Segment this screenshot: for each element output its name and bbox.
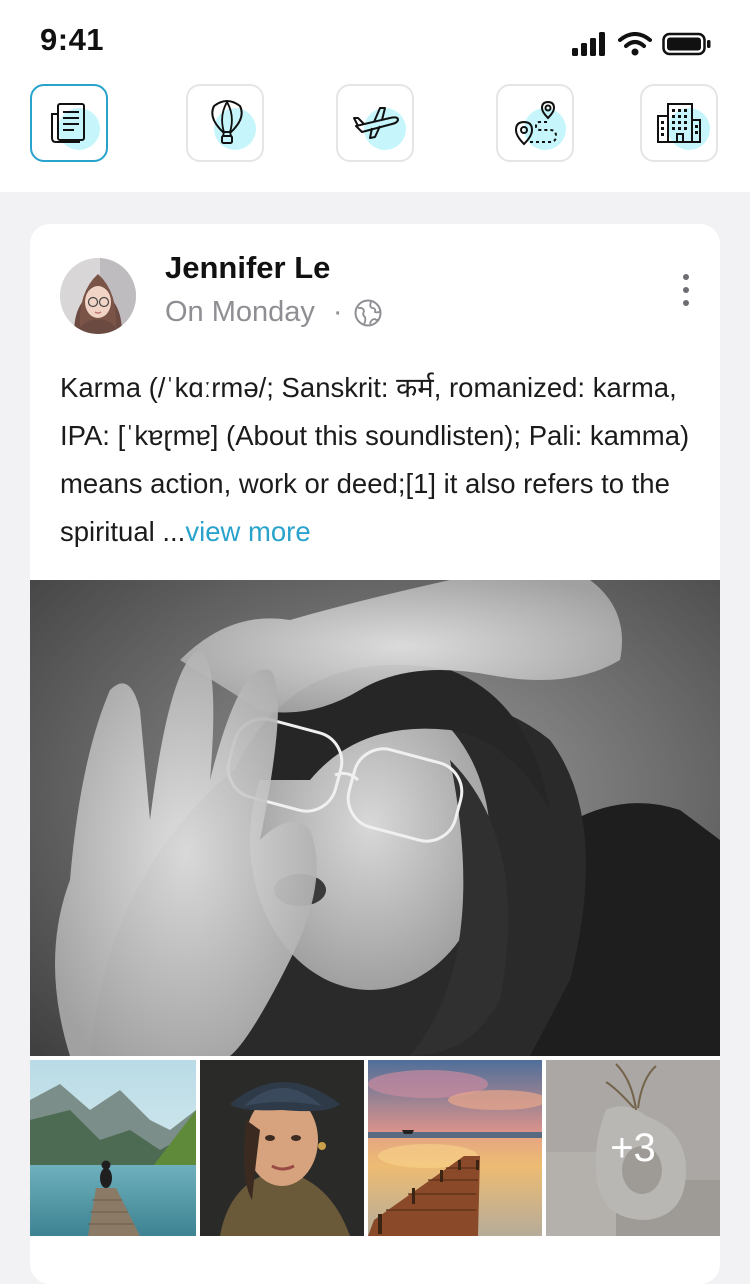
thumbnail-photo-3[interactable] bbox=[368, 1060, 542, 1236]
wifi-icon bbox=[618, 32, 652, 56]
category-route-button[interactable] bbox=[496, 84, 574, 162]
route-map-icon bbox=[514, 100, 558, 146]
post-card: Jennifer Le On Monday · Karma (/ˈkɑːrmə/… bbox=[30, 224, 720, 1284]
status-icons bbox=[572, 30, 712, 58]
category-news-button[interactable] bbox=[30, 84, 108, 162]
thumbnail-photo-2[interactable] bbox=[200, 1060, 364, 1236]
thumbnail-photo-4[interactable]: +3 bbox=[546, 1060, 720, 1236]
status-time: 9:41 bbox=[40, 22, 105, 57]
separator-dot: · bbox=[332, 296, 343, 328]
newspaper-icon bbox=[51, 103, 85, 143]
post-text: Karma (/ˈkɑːrmə/; Sanskrit: कर्म, romani… bbox=[60, 364, 700, 556]
more-photos-count: +3 bbox=[546, 1060, 720, 1236]
author-name[interactable]: Jennifer Le bbox=[165, 250, 330, 286]
category-flight-button[interactable] bbox=[336, 84, 414, 162]
post-time: On Monday bbox=[165, 296, 315, 328]
building-icon bbox=[657, 103, 701, 143]
signal-icon bbox=[572, 32, 605, 56]
battery-icon bbox=[662, 32, 711, 56]
view-more-link[interactable]: view more bbox=[185, 516, 310, 547]
airplane-icon bbox=[353, 107, 399, 139]
category-hotel-button[interactable] bbox=[640, 84, 718, 162]
thumbnail-photo-1[interactable] bbox=[30, 1060, 196, 1236]
hot-air-balloon-icon bbox=[211, 100, 243, 144]
avatar[interactable] bbox=[60, 258, 136, 334]
post-body: Karma (/ˈkɑːrmə/; Sanskrit: कर्म, romani… bbox=[60, 372, 690, 547]
top-bar: 9:41 bbox=[0, 0, 750, 192]
category-balloon-button[interactable] bbox=[186, 84, 264, 162]
main-photo[interactable] bbox=[30, 580, 720, 1056]
post-meta: On Monday · bbox=[165, 296, 383, 329]
globe-icon bbox=[354, 299, 382, 326]
more-options-icon[interactable] bbox=[680, 274, 692, 310]
